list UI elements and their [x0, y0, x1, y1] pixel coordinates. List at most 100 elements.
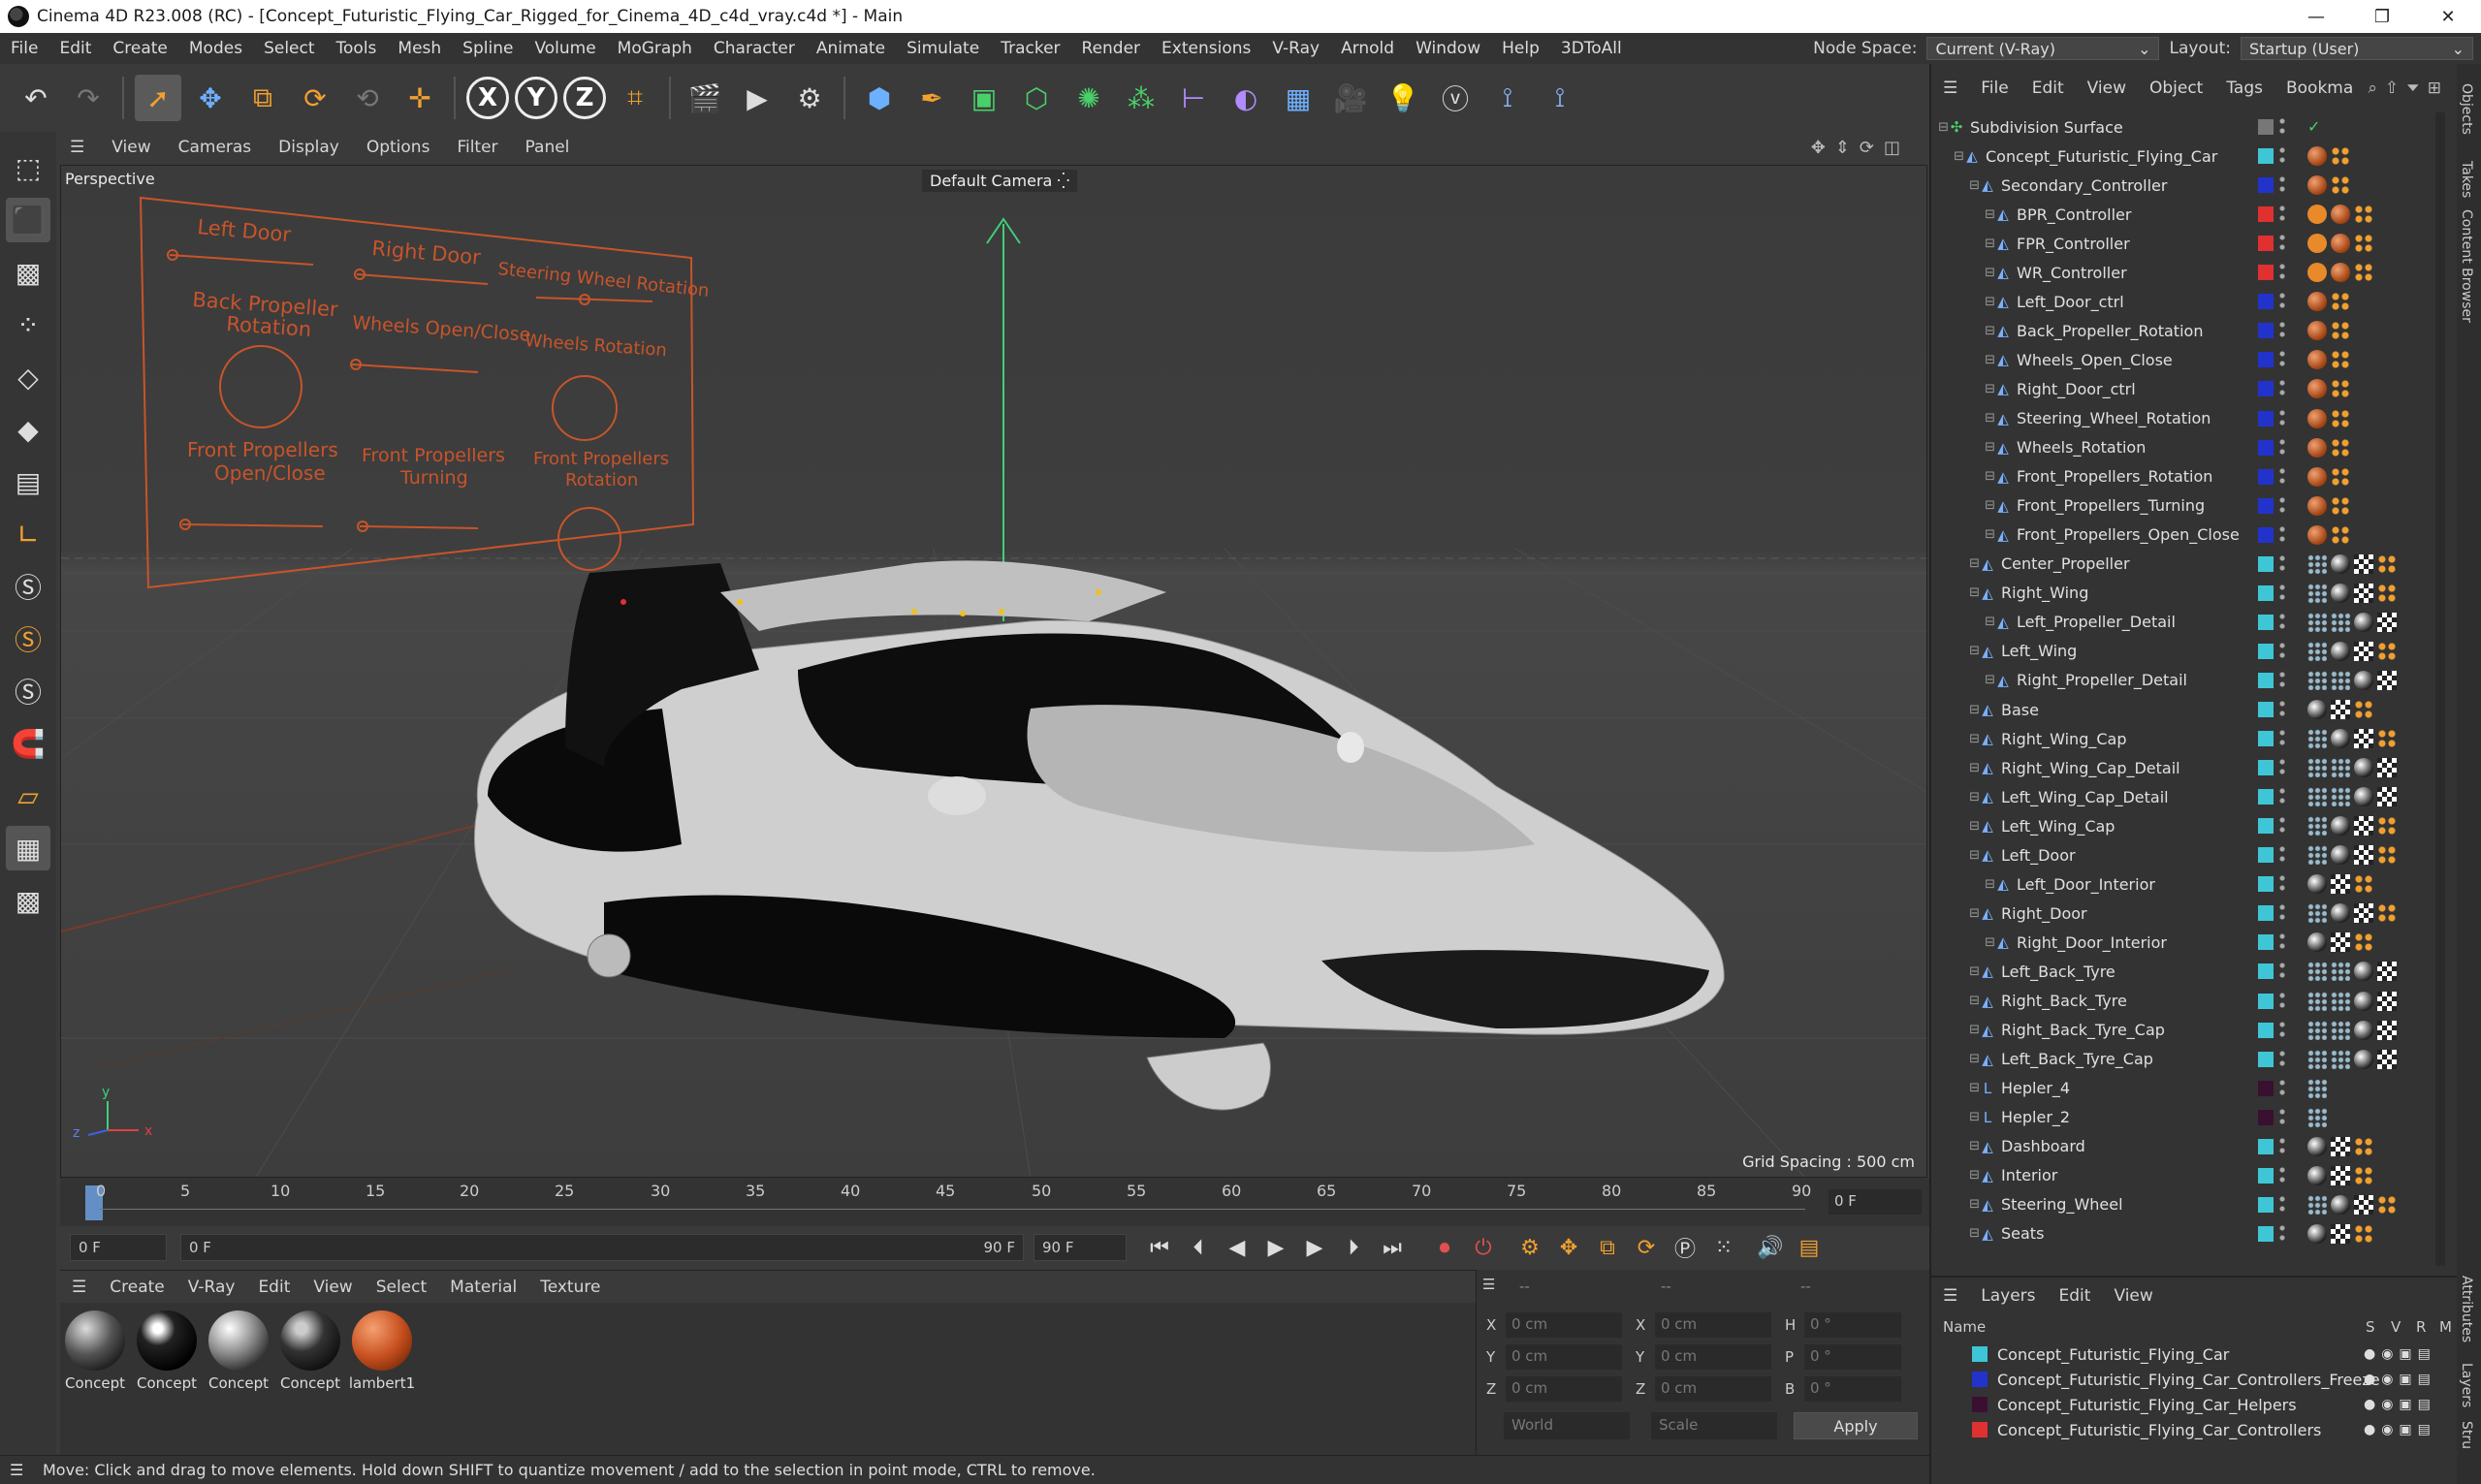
- phong-tag-icon[interactable]: [2307, 612, 2327, 632]
- size-y-field[interactable]: 0 cm: [1655, 1344, 1771, 1370]
- object-row[interactable]: ⊟ ◭ Wheels_Open_Close: [1931, 345, 2445, 374]
- tree-expander-icon[interactable]: ⊟: [1931, 527, 1995, 542]
- object-name[interactable]: Right_Wing: [2001, 584, 2088, 602]
- layer-visibility-eye-icon[interactable]: ●◉▣▤: [2364, 1422, 2436, 1437]
- phong-tag-icon[interactable]: [2307, 962, 2327, 982]
- object-menu-object[interactable]: Object: [2138, 79, 2214, 98]
- tree-expander-icon[interactable]: ⊟: [1931, 994, 1980, 1008]
- visibility-dots-icon[interactable]: [2279, 465, 2285, 488]
- timeline-ruler[interactable]: 0 5 10 15 20 25 30 35 40 45 50 55 60 65 …: [60, 1178, 1929, 1226]
- layer-name[interactable]: Concept_Futuristic_Flying_Car_Controller…: [1997, 1371, 2380, 1389]
- object-name[interactable]: Subdivision Surface: [1970, 118, 2123, 137]
- object-row[interactable]: ⊟ ◭ Left_Back_Tyre: [1931, 957, 2445, 986]
- material-tag-icon[interactable]: [2331, 553, 2350, 574]
- size-x-field[interactable]: 0 cm: [1655, 1312, 1771, 1338]
- uvw-tag-icon[interactable]: [2377, 787, 2397, 807]
- workplane-grid-button[interactable]: ▩: [6, 878, 50, 923]
- object-name[interactable]: Right_Door_Interior: [2017, 933, 2167, 952]
- visibility-dots-icon[interactable]: [2279, 815, 2285, 837]
- menu-mesh[interactable]: Mesh: [387, 39, 452, 58]
- layer-color-swatch[interactable]: [2258, 614, 2274, 630]
- menu-edit[interactable]: Edit: [48, 39, 102, 58]
- object-menu-tags[interactable]: Tags: [2214, 79, 2274, 98]
- phong-tag-icon[interactable]: [2307, 787, 2327, 807]
- uvw-tag-icon[interactable]: [2331, 874, 2350, 895]
- object-name[interactable]: Steering_Wheel: [2001, 1195, 2123, 1214]
- menu-render[interactable]: Render: [1071, 39, 1152, 58]
- material-tag-icon[interactable]: [2307, 175, 2327, 196]
- object-row[interactable]: ⊟ ◭ Left_Wing_Cap: [1931, 811, 2445, 840]
- xpresso-tag-icon[interactable]: [2354, 1136, 2373, 1156]
- layer-menu-edit[interactable]: Edit: [2048, 1286, 2103, 1306]
- object-row[interactable]: ⊟ ◭ Right_Door: [1931, 899, 2445, 928]
- material-menu-select[interactable]: Select: [365, 1278, 438, 1297]
- material-tag-icon[interactable]: [2307, 146, 2327, 167]
- end-frame-field[interactable]: 90 F: [1034, 1234, 1127, 1261]
- tree-expander-icon[interactable]: ⊟: [1931, 149, 1964, 164]
- xpresso-tag-icon[interactable]: [2331, 350, 2350, 370]
- object-row[interactable]: ⊟ ◭ Steering_Wheel: [1931, 1190, 2445, 1219]
- xpresso-tag-icon[interactable]: [2354, 205, 2373, 225]
- phong-tag-icon[interactable]: [2307, 845, 2327, 866]
- key-rotation-button[interactable]: ⟳: [1627, 1230, 1666, 1265]
- object-row[interactable]: ⊟ ◭ Left_Wing_Cap_Detail: [1931, 782, 2445, 811]
- tab-attributes[interactable]: Attributes: [2459, 1276, 2474, 1342]
- xpresso-tag-icon[interactable]: [2354, 1165, 2373, 1185]
- object-name[interactable]: Right_Propeller_Detail: [2017, 671, 2187, 689]
- layer-row[interactable]: Concept_Futuristic_Flying_Car_Controller…: [1931, 1367, 2445, 1392]
- protection-tag-icon[interactable]: [2307, 205, 2327, 225]
- uvw-tag-icon[interactable]: [2377, 612, 2397, 632]
- visibility-dots-icon[interactable]: [2279, 1106, 2285, 1128]
- object-name[interactable]: Right_Door_ctrl: [2017, 380, 2136, 398]
- material-tag-icon[interactable]: [2307, 1136, 2327, 1156]
- visibility-dots-icon[interactable]: [2279, 116, 2285, 138]
- material-menu-material[interactable]: Material: [438, 1278, 528, 1297]
- layer-color-swatch[interactable]: [2258, 294, 2274, 310]
- uvw-tag-icon[interactable]: [2331, 700, 2350, 719]
- menu-character[interactable]: Character: [703, 39, 806, 58]
- viewport-menu-options[interactable]: Options: [353, 138, 444, 157]
- layer-color-swatch[interactable]: [2258, 206, 2274, 223]
- phong-tag-icon[interactable]: [2307, 1078, 2327, 1098]
- key-position-button[interactable]: ✥: [1549, 1230, 1588, 1265]
- object-name[interactable]: Left_Back_Tyre: [2001, 963, 2115, 981]
- object-manager-tools[interactable]: ⌕⇧⏷⊞: [2368, 79, 2449, 98]
- visibility-dots-icon[interactable]: [2279, 786, 2285, 808]
- material-tag-icon[interactable]: [2331, 263, 2350, 283]
- object-row[interactable]: ⊟ ◭ Right_Back_Tyre_Cap: [1931, 1016, 2445, 1045]
- layer-color-swatch[interactable]: [2258, 672, 2274, 688]
- object-tree-scrollbar[interactable]: [2435, 112, 2445, 1266]
- material-menu-edit[interactable]: Edit: [246, 1278, 302, 1297]
- visibility-dots-icon[interactable]: [2279, 320, 2285, 342]
- pen-button[interactable]: ✒: [908, 75, 955, 121]
- viewport-nav-icons[interactable]: ✥⇕⟳◫: [1811, 138, 1910, 158]
- material-item[interactable]: lambert1: [347, 1310, 417, 1458]
- layer-color-swatch[interactable]: [2258, 963, 2274, 980]
- material-menu-vray[interactable]: V-Ray: [176, 1278, 247, 1297]
- material-tag-icon[interactable]: [2331, 205, 2350, 225]
- visibility-dots-icon[interactable]: [2279, 902, 2285, 925]
- object-row[interactable]: ⊟ ◭ Left_Back_Tyre_Cap: [1931, 1045, 2445, 1074]
- tab-structure[interactable]: Stru: [2459, 1421, 2474, 1449]
- layer-menu-layers[interactable]: Layers: [1969, 1286, 2047, 1306]
- layer-color-swatch[interactable]: [2258, 1138, 2274, 1154]
- object-name[interactable]: Steering_Wheel_Rotation: [2017, 409, 2211, 427]
- selection-tag-icon[interactable]: [2331, 991, 2350, 1011]
- object-name[interactable]: Left_Door_Interior: [2017, 875, 2155, 894]
- layer-color-swatch[interactable]: [2258, 1022, 2274, 1038]
- model-mode-button[interactable]: ⬛: [6, 198, 50, 242]
- phong-tag-icon[interactable]: [2307, 583, 2327, 603]
- rotate-tool-button[interactable]: ⟳: [292, 75, 338, 121]
- menu-extensions[interactable]: Extensions: [1151, 39, 1261, 58]
- coordinate-space-select[interactable]: World: [1504, 1412, 1630, 1439]
- layer-color-swatch[interactable]: [2258, 526, 2274, 543]
- selection-tag-icon[interactable]: [2331, 1020, 2350, 1040]
- visibility-dots-icon[interactable]: [2279, 1077, 2285, 1099]
- visibility-dots-icon[interactable]: [2279, 699, 2285, 720]
- tree-expander-icon[interactable]: ⊟: [1931, 1197, 1980, 1212]
- tree-expander-icon[interactable]: ⊟: [1931, 1023, 1980, 1037]
- visibility-dots-icon[interactable]: [2279, 961, 2285, 983]
- object-row[interactable]: ⊟ ◭ Right_Wing_Cap_Detail: [1931, 753, 2445, 782]
- layer-color-swatch[interactable]: [2258, 148, 2274, 165]
- hamburger-icon[interactable]: ☰: [1931, 1286, 1969, 1306]
